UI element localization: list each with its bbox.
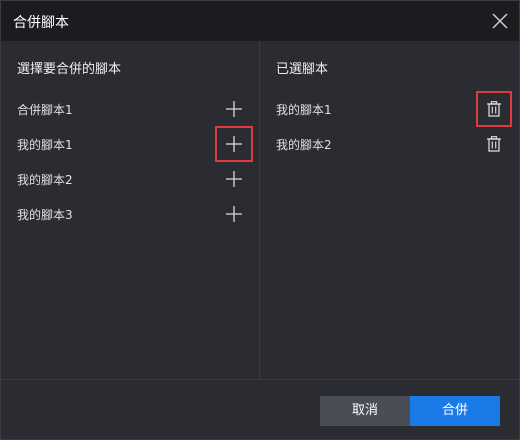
cancel-button[interactable]: 取消 bbox=[320, 396, 410, 426]
script-label: 我的腳本2 bbox=[17, 173, 73, 187]
available-scripts-heading: 選擇要合併的腳本 bbox=[17, 62, 122, 77]
list-item: 我的腳本2 bbox=[1, 164, 259, 194]
trash-icon[interactable] bbox=[481, 131, 507, 157]
list-item: 我的腳本2 bbox=[260, 129, 519, 159]
plus-icon[interactable] bbox=[221, 96, 247, 122]
dialog-titlebar: 合併腳本 bbox=[1, 1, 519, 41]
script-label: 我的腳本1 bbox=[276, 103, 332, 117]
script-label: 我的腳本1 bbox=[17, 138, 73, 152]
merge-scripts-dialog: 合併腳本 選擇要合併的腳本 合併腳本1 我的腳本1 我的腳本2 我的腳本3 已選… bbox=[0, 0, 520, 440]
list-item: 我的腳本1 bbox=[1, 126, 259, 162]
selected-scripts-panel: 已選腳本 我的腳本1 我的腳本2 bbox=[260, 42, 519, 379]
script-label: 我的腳本3 bbox=[17, 208, 73, 222]
list-item: 我的腳本3 bbox=[1, 199, 259, 229]
script-label: 我的腳本2 bbox=[276, 138, 332, 152]
list-item: 我的腳本1 bbox=[260, 91, 519, 127]
selected-scripts-heading: 已選腳本 bbox=[276, 62, 329, 77]
highlight-box bbox=[476, 91, 512, 127]
dialog-title: 合併腳本 bbox=[13, 15, 69, 31]
plus-icon[interactable] bbox=[221, 201, 247, 227]
close-icon[interactable] bbox=[491, 12, 509, 30]
available-scripts-panel: 選擇要合併的腳本 合併腳本1 我的腳本1 我的腳本2 我的腳本3 bbox=[1, 42, 260, 379]
dialog-footer: 取消 合併 bbox=[1, 379, 519, 439]
highlight-box bbox=[215, 126, 253, 162]
merge-button[interactable]: 合併 bbox=[410, 396, 500, 426]
script-label: 合併腳本1 bbox=[17, 103, 73, 117]
plus-icon[interactable] bbox=[221, 166, 247, 192]
list-item: 合併腳本1 bbox=[1, 94, 259, 124]
